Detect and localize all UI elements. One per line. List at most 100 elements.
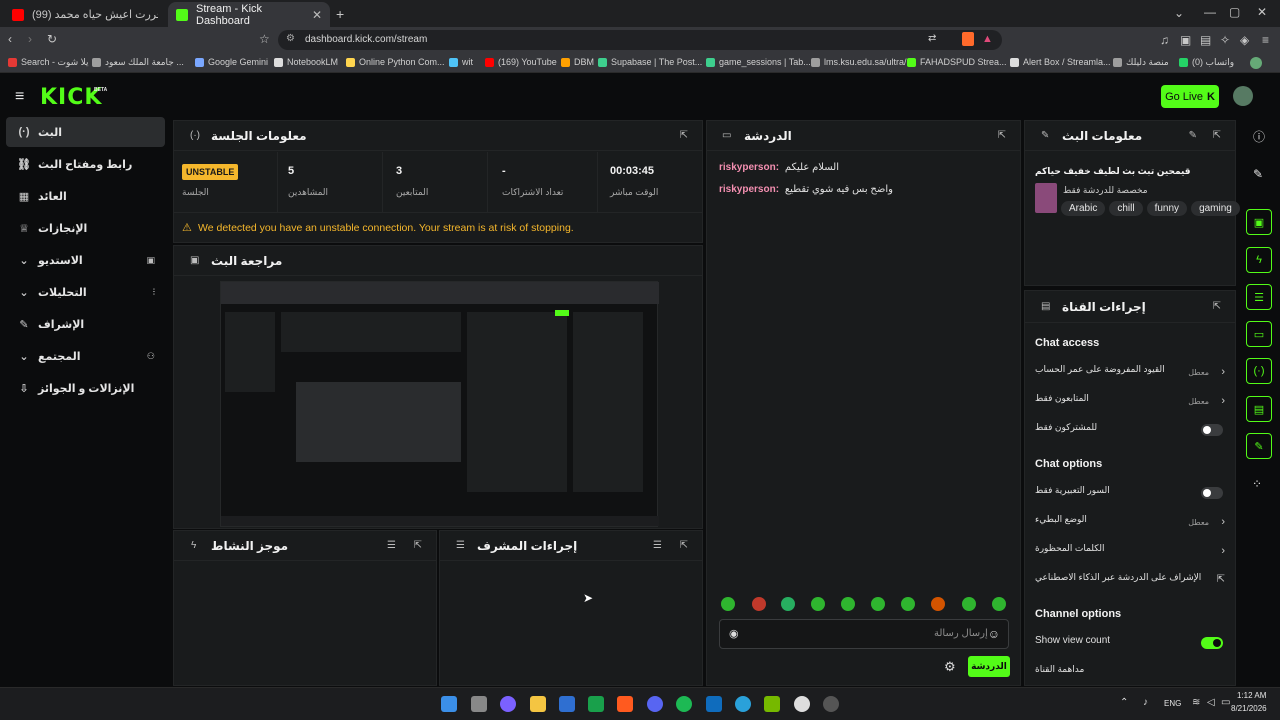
category-name[interactable]: مخصصة للدردشة فقط [1063,185,1148,196]
chat-settings-icon[interactable]: ⚙ [944,659,956,675]
emote-icon[interactable] [962,597,976,611]
sidebar-item-studio[interactable]: ⌄ الاستديو ▣ [6,245,165,275]
language-indicator[interactable]: ENG [1164,699,1181,708]
minimize-icon[interactable]: — [1204,5,1216,19]
tab-search-icon[interactable]: ⌄ [1174,6,1184,20]
category-thumbnail[interactable] [1035,183,1057,213]
battery-icon[interactable]: ▭ [1221,697,1230,708]
wifi-icon[interactable]: ≋ [1192,697,1200,708]
sidebar-item-community[interactable]: ⌄ المجتمع ⚇ [6,341,165,371]
popout-icon[interactable]: ⇱ [680,130,688,141]
edit-icon[interactable]: ✎ [1189,130,1197,141]
sidebar-item-drops[interactable]: ⇩ الإنزالات و الجوائز [6,373,165,403]
file-explorer-icon[interactable] [530,696,546,712]
sidebar-item-stream[interactable]: (·) البث [6,117,165,147]
filter-icon[interactable]: ☰ [387,540,396,551]
menu-icon[interactable]: ≡ [1262,33,1269,47]
bookmark-star-icon[interactable]: ☆ [259,32,270,46]
emote-icon[interactable] [781,597,795,611]
emote-picker-icon[interactable]: ◉ [729,627,739,640]
rail-modlog-button[interactable]: ☰ [1246,284,1272,310]
brave-icon[interactable] [617,696,633,712]
go-live-button[interactable]: Go Live K [1161,85,1219,108]
emote-icon[interactable] [721,597,735,611]
tray-overflow-icon[interactable]: ⌃ [1120,697,1128,708]
tag[interactable]: gaming [1191,201,1240,216]
send-chat-button[interactable]: الدردشة [968,656,1010,677]
brave-shield-icon[interactable] [962,32,974,46]
clock-date[interactable]: 8/21/2026 [1231,704,1267,713]
raid-channel-row[interactable]: مداهمة القناة [1035,664,1225,686]
emote-icon[interactable] [992,597,1006,611]
rail-session-button[interactable]: ▣ [1246,209,1272,235]
nvidia-icon[interactable] [764,696,780,712]
discord-icon[interactable] [647,696,663,712]
copilot-icon[interactable] [500,696,516,712]
popout-icon[interactable]: ⇱ [998,130,1006,141]
emotes-only-toggle[interactable] [1201,487,1223,499]
bookmark[interactable]: wit [449,57,473,67]
bookmark[interactable]: Search - يلا شوت [8,57,89,68]
chat-message[interactable]: riskyperson: السلام عليكم [719,162,839,173]
layout-icon[interactable]: ⁘ [1252,477,1262,491]
bookmark[interactable]: lms.ksu.edu.sa/ultra/ [811,57,907,67]
bookmark[interactable]: Alert Box / Streamla... [1010,57,1111,67]
tag[interactable]: funny [1146,201,1188,216]
maximize-icon[interactable]: ▢ [1229,5,1240,19]
sidebar-item-stream-key[interactable]: ⛓ رابط ومفتاح البث [6,149,165,179]
rail-chat-button[interactable]: ▭ [1246,321,1272,347]
sidebar-item-achievements[interactable]: ♕ الإنجازات [6,213,165,243]
sidebar-item-moderation[interactable]: ✎ الإشراف [6,309,165,339]
emote-icon[interactable] [752,597,766,611]
translate-icon[interactable]: ⇄ [928,33,936,44]
volume-icon[interactable]: ◁ [1207,697,1215,708]
outlook-icon[interactable] [706,696,722,712]
rail-activity-button[interactable]: ϟ [1246,247,1272,273]
rewards-icon[interactable]: ▲ [982,33,993,45]
close-window-icon[interactable]: ✕ [1257,5,1267,19]
bookmark[interactable]: FAHADSPUD Strea... [907,57,1007,67]
start-icon[interactable] [441,696,457,712]
stream-preview-video[interactable] [220,281,659,527]
popout-icon[interactable]: ⇱ [414,540,422,551]
hamburger-menu-icon[interactable]: ≡ [15,88,24,106]
chat-username[interactable]: riskyperson: [719,184,779,195]
clock-time[interactable]: 1:12 AM [1237,691,1266,700]
site-info-icon[interactable]: ⚙ [286,33,295,44]
edit-icon[interactable]: ✎ [1253,167,1263,181]
forward-icon[interactable]: › [28,32,32,46]
popout-icon[interactable]: ⇱ [680,540,688,551]
show-view-count-toggle[interactable] [1201,637,1223,649]
back-icon[interactable]: ‹ [8,32,12,46]
popout-icon[interactable]: ⇱ [1213,301,1221,312]
new-tab-icon[interactable]: + [336,6,344,22]
tag[interactable]: Arabic [1061,201,1106,216]
bookmark[interactable]: NotebookLM [274,57,338,67]
bookmark[interactable]: (169) YouTube [485,57,557,67]
emoji-icon[interactable]: ☺ [988,627,1000,641]
bookmark[interactable]: جامعة الملك سعود ... [92,57,184,68]
close-tab-icon[interactable]: ✕ [312,8,322,22]
ai-moderation-row[interactable]: الإشراف على الدردشة عبر الذكاء الاصطناعي… [1035,572,1225,594]
rail-broadcast-button[interactable]: (·) [1246,358,1272,384]
profile-avatar-icon[interactable] [1250,57,1262,69]
task-view-icon[interactable] [471,696,487,712]
emote-icon[interactable] [871,597,885,611]
rail-channel-button[interactable]: ▤ [1246,396,1272,422]
store-icon[interactable] [559,696,575,712]
emote-icon[interactable] [811,597,825,611]
info-icon[interactable]: ⓘ [1253,128,1265,145]
tab-youtube[interactable]: (99) قررت اعيش حياه محمد - YouTube [4,2,166,27]
user-avatar[interactable] [1233,86,1253,106]
slow-mode-row[interactable]: الوضع البطيء معطل › [1035,514,1225,536]
vpn-icon[interactable]: ◈ [1240,33,1249,47]
media-icon[interactable]: ♫ [1160,33,1169,47]
rail-streaminfo-button[interactable]: ✎ [1246,433,1272,459]
settings-icon[interactable] [794,696,810,712]
microphone-icon[interactable]: ♪ [1143,697,1148,708]
reload-icon[interactable]: ↻ [47,32,57,46]
subscribers-only-toggle[interactable] [1201,424,1223,436]
leo-icon[interactable]: ✧ [1220,33,1230,47]
followers-only-row[interactable]: المتابعون فقط معطل › [1035,393,1225,415]
bookmark[interactable]: Online Python Com... [346,57,445,67]
